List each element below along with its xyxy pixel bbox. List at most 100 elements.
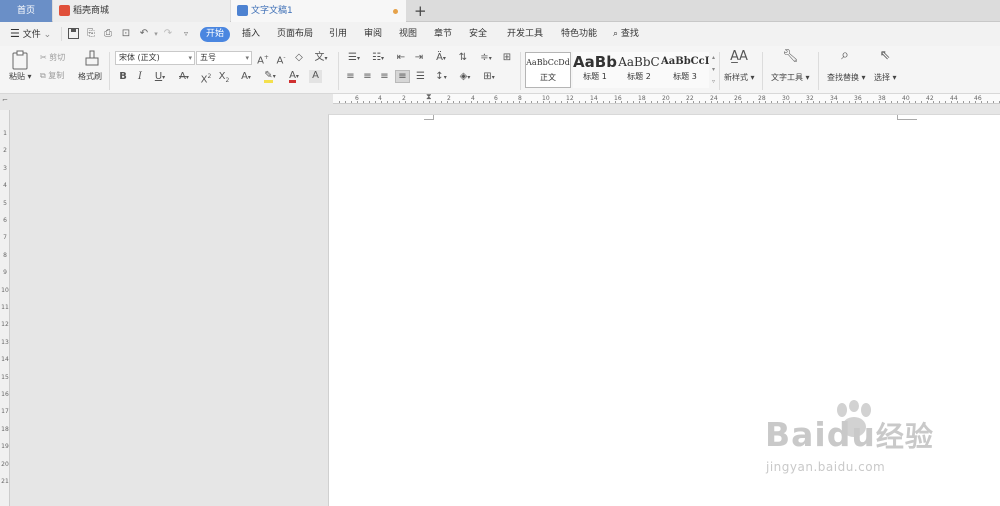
numbered-list-icon[interactable]: ☷▾ bbox=[368, 52, 388, 64]
customize-toolbar-icon[interactable]: ▿ bbox=[180, 28, 192, 40]
tab-developer[interactable]: 开发工具 bbox=[507, 27, 543, 41]
undo-dropdown-icon[interactable]: ▾ bbox=[150, 28, 162, 40]
styles-scroll-icon[interactable]: ▴ ▾ ▿ bbox=[710, 52, 717, 88]
superscript-icon[interactable]: X2 bbox=[199, 71, 213, 85]
format-painter-button[interactable]: 格式刷 bbox=[78, 72, 102, 82]
align-left-icon[interactable]: ≡ bbox=[344, 71, 357, 82]
tab-docer-store[interactable]: 稻壳商城 bbox=[53, 0, 230, 22]
tab-page-layout[interactable]: 页面布局 bbox=[277, 27, 313, 41]
shrink-font-icon[interactable]: A- bbox=[274, 52, 288, 66]
style-heading-1[interactable]: AaBb 标题 1 bbox=[573, 52, 617, 88]
select-button[interactable]: 选择 ▾ bbox=[874, 73, 897, 83]
highlight-color-icon[interactable]: ✎▾ bbox=[261, 70, 279, 83]
borders-icon[interactable]: ⊞▾ bbox=[480, 71, 498, 83]
print-preview-icon[interactable]: ⊡ bbox=[120, 28, 132, 40]
search-command[interactable]: ⌕ 查找 bbox=[613, 27, 639, 41]
new-style-icon[interactable]: A̲A bbox=[728, 50, 750, 63]
export-pdf-icon[interactable]: ⎘ bbox=[85, 28, 97, 40]
print-icon[interactable]: ⎙ bbox=[102, 28, 114, 40]
text-tools-button[interactable]: 文字工具 ▾ bbox=[771, 73, 810, 83]
ruler-tick-mark bbox=[795, 101, 796, 103]
find-replace-icon[interactable]: ⌕ bbox=[836, 48, 854, 62]
font-size-select[interactable]: 五号 ▾ bbox=[196, 51, 252, 65]
wrench-icon[interactable]: 🔧︎ bbox=[782, 50, 799, 63]
clear-format-icon[interactable]: ◇ bbox=[292, 52, 306, 63]
italic-icon[interactable]: I bbox=[134, 71, 146, 82]
cut-button[interactable]: ✂ 剪切 bbox=[40, 53, 65, 63]
ruler-tick-mark bbox=[567, 101, 568, 103]
tab-view[interactable]: 视图 bbox=[399, 27, 417, 41]
ruler-tick-mark bbox=[663, 101, 664, 103]
line-spacing-icon[interactable]: ↕▾ bbox=[432, 71, 450, 83]
text-effect-icon[interactable]: A▾ bbox=[237, 71, 255, 83]
tab-chapter[interactable]: 章节 bbox=[434, 27, 452, 41]
justify-icon[interactable]: ≡ bbox=[395, 70, 410, 83]
distributed-align-icon[interactable]: ☰ bbox=[414, 71, 427, 82]
grow-font-icon[interactable]: A+ bbox=[256, 52, 270, 66]
tab-document[interactable]: 文字文稿1 bbox=[231, 0, 406, 22]
ruler-tick-mark bbox=[651, 101, 652, 103]
sort-icon[interactable]: ⇅ bbox=[456, 52, 470, 63]
horizontal-ruler[interactable]: 6 4 2 2 4 6 8 10 12 14 16 18 20 22 24 26 28 30 32 34 36 38 40 4… bbox=[333, 94, 1000, 104]
file-menu[interactable]: ☰ 文件 ⌄ bbox=[10, 27, 51, 42]
strikethrough-icon[interactable]: A▾ bbox=[175, 71, 193, 83]
increase-indent-icon[interactable]: ⇥ bbox=[412, 52, 426, 63]
ruler-tick-label: 16 bbox=[1, 391, 9, 398]
paste-icon[interactable] bbox=[10, 50, 30, 70]
save-icon[interactable] bbox=[67, 28, 79, 40]
ruler-tick-mark bbox=[927, 101, 928, 103]
text-direction-icon[interactable]: Ä▾ bbox=[432, 52, 450, 64]
decrease-indent-icon[interactable]: ⇤ bbox=[394, 52, 408, 63]
tab-store-label: 稻壳商城 bbox=[73, 6, 110, 16]
ruler-tick-label: 11 bbox=[1, 304, 9, 311]
magnifier-icon: ⌕ bbox=[613, 29, 619, 39]
font-color-icon[interactable]: A▾ bbox=[285, 70, 303, 83]
tab-home[interactable]: 首页 bbox=[0, 0, 52, 22]
ruler-tick-mark bbox=[969, 101, 970, 103]
copy-button[interactable]: ⧉ 复制 bbox=[40, 71, 64, 81]
ribbon-toolbar: 粘贴 ▾ ✂ 剪切 ⧉ 复制 格式刷 宋体 (正文) ▾ 五号 ▾ A+ A- ◇ … bbox=[0, 46, 1000, 94]
find-replace-button[interactable]: 查找替换 ▾ bbox=[827, 73, 866, 83]
ruler-tick-mark bbox=[573, 101, 574, 103]
tab-review[interactable]: 审阅 bbox=[364, 27, 382, 41]
ruler-tick-mark bbox=[945, 101, 946, 103]
ruler-tick-mark bbox=[375, 101, 376, 103]
new-tab-button[interactable]: + bbox=[414, 1, 427, 21]
paragraph-shading-icon[interactable]: ◈▾ bbox=[456, 71, 474, 83]
character-shading-icon[interactable]: A bbox=[309, 70, 322, 83]
phonetic-guide-icon[interactable]: 文▾ bbox=[312, 52, 330, 64]
ruler-tick-label: 4 bbox=[3, 182, 7, 190]
ruler-tick-mark bbox=[597, 101, 598, 103]
ruler-tick-mark bbox=[699, 101, 700, 103]
divider bbox=[818, 52, 819, 90]
undo-icon[interactable]: ↶ bbox=[138, 28, 150, 40]
ruler-tick-mark bbox=[483, 101, 484, 103]
ruler-tick-mark bbox=[717, 101, 718, 103]
format-painter-icon[interactable] bbox=[84, 50, 100, 68]
bold-icon[interactable]: B bbox=[117, 71, 129, 82]
subscript-icon[interactable]: X2 bbox=[217, 71, 231, 86]
ruler-tick-mark bbox=[903, 101, 904, 103]
ruler-tick-label: 13 bbox=[1, 338, 9, 346]
tab-start[interactable]: 开始 bbox=[200, 27, 230, 42]
paste-button[interactable]: 粘贴 ▾ bbox=[9, 72, 32, 82]
tab-insert[interactable]: 插入 bbox=[242, 27, 260, 41]
table-grid-icon[interactable]: ⊞ bbox=[500, 52, 514, 63]
tab-references[interactable]: 引用 bbox=[329, 27, 347, 41]
tab-security[interactable]: 安全 bbox=[469, 27, 487, 41]
font-name-select[interactable]: 宋体 (正文) ▾ bbox=[115, 51, 195, 65]
align-center-icon[interactable]: ≡ bbox=[361, 71, 374, 82]
vertical-ruler[interactable]: 1 2 3 4 5 6 7 8 9 10 11 12 13 14 15 16 17 18 19 20 21 bbox=[0, 110, 10, 506]
cursor-arrow-icon[interactable]: ⇖ bbox=[878, 49, 892, 62]
style-heading-2[interactable]: AaBbC 标题 2 bbox=[617, 52, 661, 88]
align-right-icon[interactable]: ≡ bbox=[378, 71, 391, 82]
redo-icon[interactable]: ↷ bbox=[162, 28, 174, 40]
tab-special-features[interactable]: 特色功能 bbox=[561, 27, 597, 41]
bullet-list-icon[interactable]: ☰▾ bbox=[344, 52, 364, 64]
indent-marker-icon[interactable]: ⧗ bbox=[426, 93, 432, 101]
underline-icon[interactable]: U▾ bbox=[151, 71, 169, 83]
style-heading-3[interactable]: AaBbCcI 标题 3 bbox=[661, 52, 709, 88]
paragraph-spacing-icon[interactable]: ≑▾ bbox=[476, 52, 496, 64]
new-style-button[interactable]: 新样式 ▾ bbox=[724, 73, 755, 83]
style-normal[interactable]: AaBbCcDd 正文 bbox=[525, 52, 571, 88]
